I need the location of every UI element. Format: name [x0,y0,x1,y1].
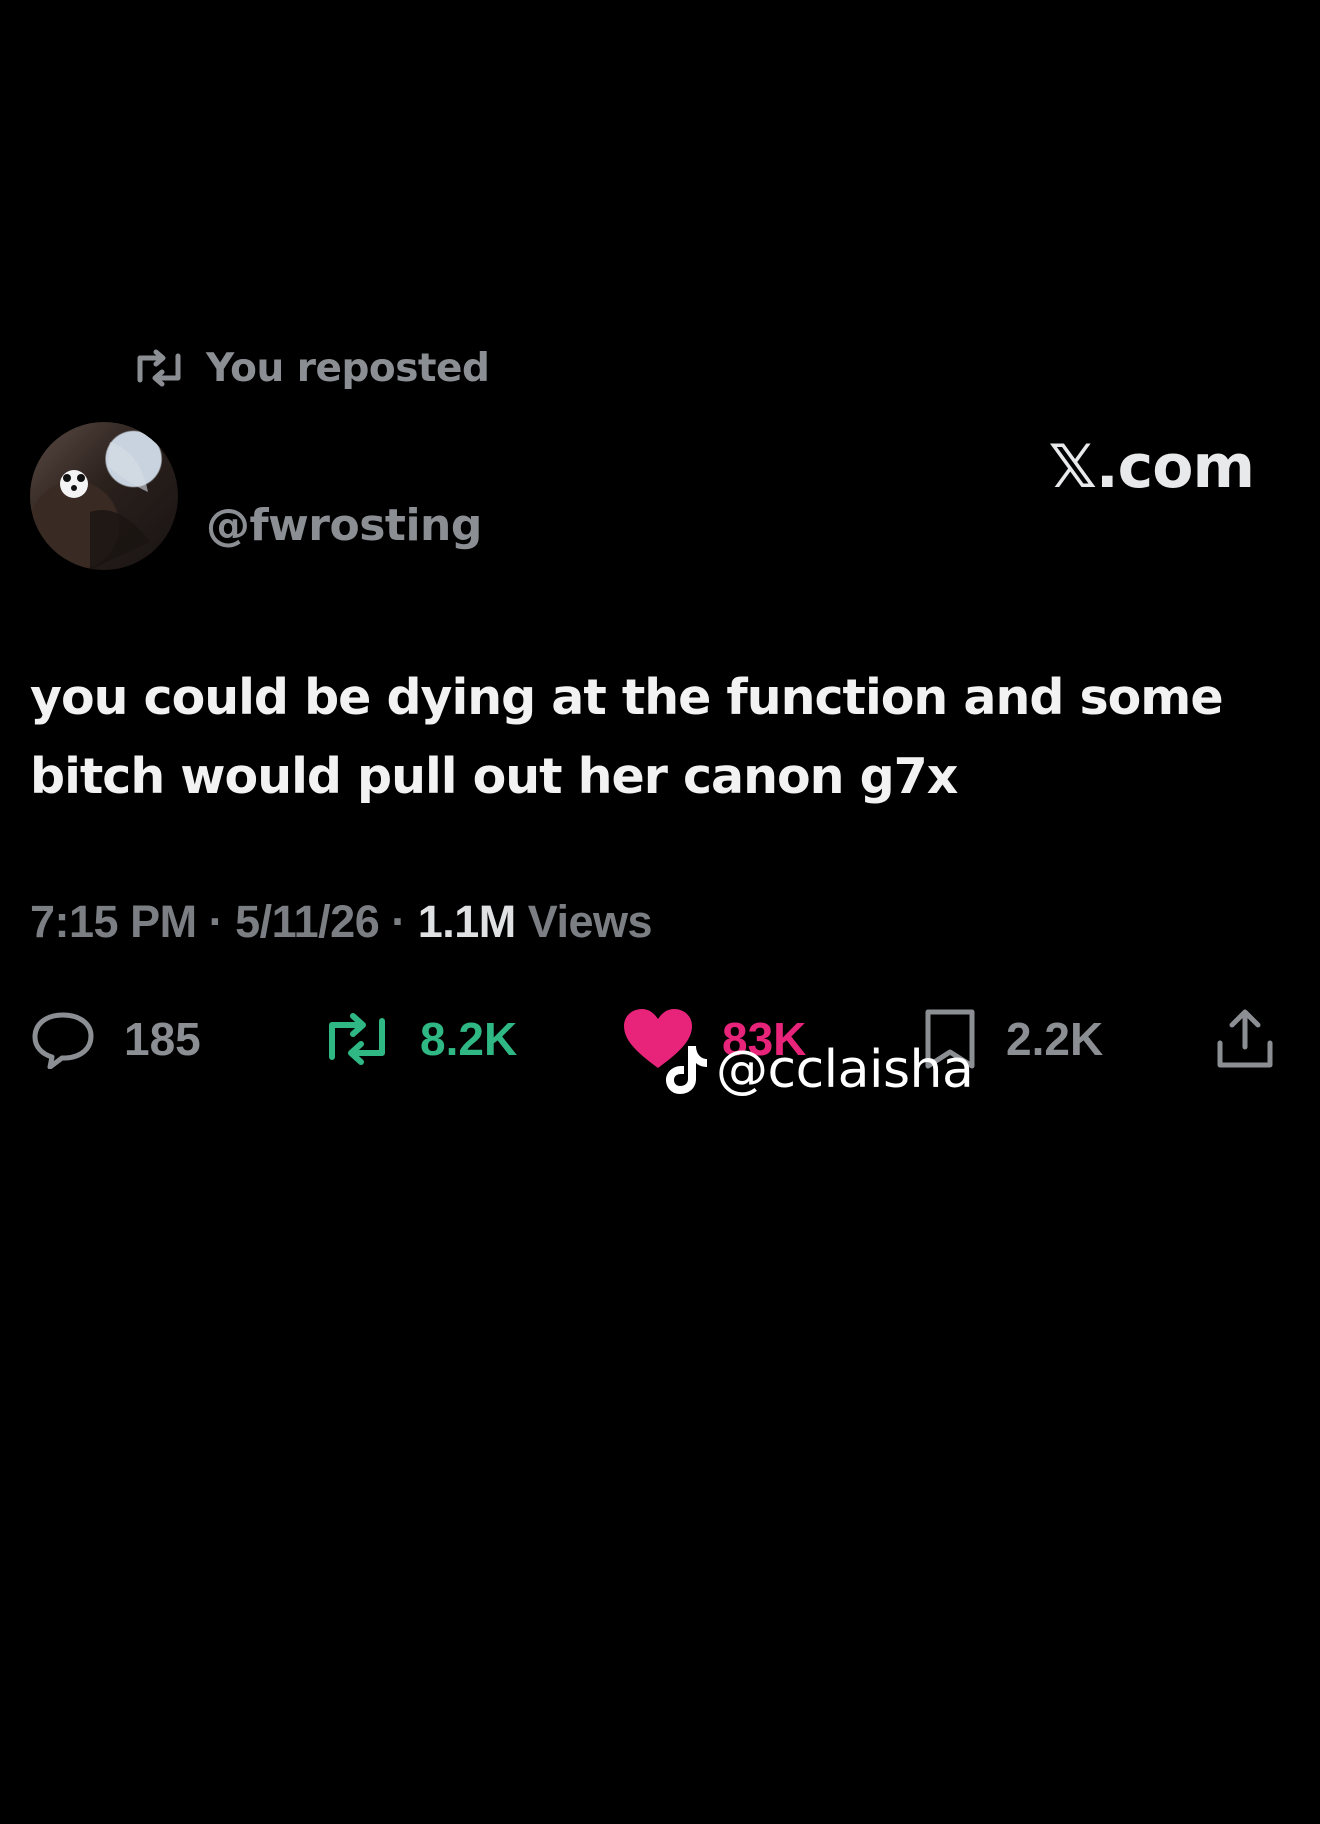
brand-label: 𝕏.com [1048,432,1255,502]
views-count: 1.1M [417,896,517,947]
meta-separator: · [208,896,224,947]
reply-button[interactable]: 185 [30,1004,201,1074]
bookmark-count: 2.2K [1006,1013,1104,1065]
share-button[interactable] [1214,1004,1276,1074]
author-handle[interactable]: @fwrosting [206,500,482,551]
repost-icon [329,1013,385,1065]
action-bar: 185 8.2K 83K 2.2K [30,1004,1280,1074]
share-icon [1217,1009,1273,1068]
tweet-line: you could be dying at the function and s… [30,669,1224,726]
repost-icon [134,348,184,388]
tweet-date: 5/11/26 [235,896,380,947]
repost-label: You reposted [206,345,490,391]
tiktok-icon [664,1044,708,1096]
repost-indicator: You reposted [134,340,490,396]
tweet-text: you could be dying at the function and s… [30,658,1270,816]
tiktok-watermark: @cclaisha [664,1040,974,1100]
tweet-line: bitch would pull out her canon g7x [30,748,958,805]
reply-count: 185 [124,1013,201,1065]
repost-count: 8.2K [420,1013,518,1065]
reply-icon [32,1012,94,1069]
avatar[interactable] [30,422,178,570]
watermark-text: @cclaisha [716,1040,974,1100]
tweet-meta: 7:15 PM · 5/11/26 · 1.1M Views [30,896,653,948]
views-label: Views [527,896,653,947]
repost-button[interactable]: 8.2K [322,1004,517,1074]
meta-separator: · [391,896,406,947]
tweet-time: 7:15 PM [30,896,197,947]
